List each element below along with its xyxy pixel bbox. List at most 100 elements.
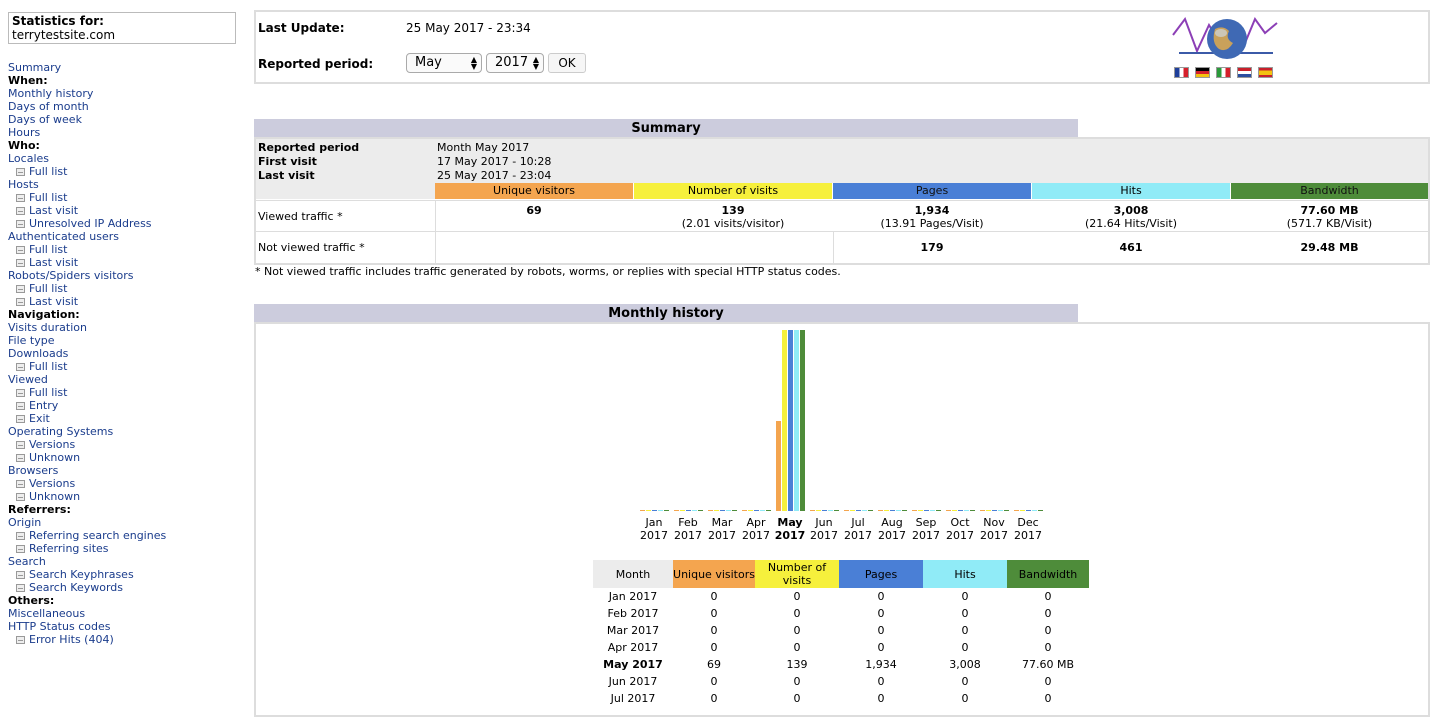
menu-sublink-label: Unresolved IP Address xyxy=(29,217,152,230)
summary-table: Reported period Month May 2017 First visi… xyxy=(254,137,1430,265)
menu-link[interactable]: File type xyxy=(8,334,248,347)
menu-sublink-label: Error Hits (404) xyxy=(29,633,114,646)
viewed-bandwidth-sub: (571.7 KB/Visit) xyxy=(1286,217,1373,230)
reported-period-label: Reported period: xyxy=(258,57,374,71)
viewed-pages: 1,934 xyxy=(914,204,950,217)
menu-sublink-label: Referring search engines xyxy=(29,529,167,542)
page-icon xyxy=(16,492,25,501)
menu-sublink[interactable]: Full list xyxy=(8,165,248,178)
menu-section-header: Who: xyxy=(8,139,40,152)
menu-link[interactable]: Miscellaneous xyxy=(8,607,248,620)
menu-sublink[interactable]: Exit xyxy=(8,412,248,425)
menu-sublink[interactable]: Search Keyphrases xyxy=(8,568,248,581)
cell-visits: 0 xyxy=(793,590,801,603)
menu-link[interactable]: Downloads xyxy=(8,347,248,360)
page-icon xyxy=(16,284,25,293)
summary-footnote: * Not viewed traffic includes traffic ge… xyxy=(255,265,841,278)
menu-sublink[interactable]: Unresolved IP Address xyxy=(8,217,248,230)
menu-sublink[interactable]: Versions xyxy=(8,477,248,490)
month-select[interactable]: May ▲ ▼ xyxy=(406,53,482,73)
cell-month: Jun 2017 xyxy=(608,675,658,688)
bar-hits-apr xyxy=(760,510,765,511)
cell-bandwidth: 0 xyxy=(1044,624,1052,637)
flag-it-icon[interactable] xyxy=(1216,67,1231,78)
bar-bandwidth-oct xyxy=(970,510,975,511)
bar-unique-visitors-jan xyxy=(640,510,645,511)
menu-link[interactable]: Origin xyxy=(8,516,248,529)
cell-hits: 0 xyxy=(961,607,969,620)
menu-sublink-label: Last visit xyxy=(29,256,79,269)
menu-sublink[interactable]: Last visit xyxy=(8,204,248,217)
col-bandwidth: Bandwidth xyxy=(1231,183,1428,199)
bar-hits-sep xyxy=(930,510,935,511)
menu-link[interactable]: Viewed xyxy=(8,373,248,386)
menu-sublink[interactable]: Versions xyxy=(8,438,248,451)
menu-link[interactable]: Days of week xyxy=(8,113,248,126)
bar-bandwidth-jan xyxy=(664,510,669,511)
bar-bandwidth-may xyxy=(800,330,805,511)
page-icon xyxy=(16,440,25,449)
menu-link[interactable]: Operating Systems xyxy=(8,425,248,438)
page-icon xyxy=(16,388,25,397)
cell-visits: 0 xyxy=(793,692,801,705)
menu-link[interactable]: Locales xyxy=(8,152,248,165)
menu-link[interactable]: HTTP Status codes xyxy=(8,620,248,633)
month-label: Apr 2017 xyxy=(739,516,773,542)
flag-fr-icon[interactable] xyxy=(1174,67,1189,78)
menu-sublink[interactable]: Last visit xyxy=(8,295,248,308)
menu-link[interactable]: Monthly history xyxy=(8,87,248,100)
bar-hits-jun xyxy=(828,510,833,511)
menu-sublink[interactable]: Entry xyxy=(8,399,248,412)
menu-sublink[interactable]: Last visit xyxy=(8,256,248,269)
menu-sublink[interactable]: Unknown xyxy=(8,451,248,464)
menu-sublink[interactable]: Referring search engines xyxy=(8,529,248,542)
cell-bandwidth: 0 xyxy=(1044,675,1052,688)
menu-link[interactable]: Days of month xyxy=(8,100,248,113)
menu-link[interactable]: Browsers xyxy=(8,464,248,477)
page-icon xyxy=(16,206,25,215)
cell-visitors: 0 xyxy=(710,607,718,620)
month-label: Jul 2017 xyxy=(841,516,875,542)
not-viewed-bandwidth: 29.48 MB xyxy=(1300,241,1359,254)
bar-unique-visitors-apr xyxy=(742,510,747,511)
ok-button[interactable]: OK xyxy=(548,53,586,73)
month-label: Nov 2017 xyxy=(977,516,1011,542)
menu-link[interactable]: Robots/Spiders visitors xyxy=(8,269,248,282)
first-visit-label: First visit xyxy=(258,155,317,168)
menu-sublink[interactable]: Full list xyxy=(8,360,248,373)
menu-link[interactable]: Hours xyxy=(8,126,248,139)
menu-sublink[interactable]: Full list xyxy=(8,243,248,256)
page-icon xyxy=(16,544,25,553)
bar-hits-may xyxy=(794,330,799,511)
menu-link[interactable]: Summary xyxy=(8,61,248,74)
cell-hits: 0 xyxy=(961,641,969,654)
bar-pages-nov xyxy=(992,510,997,511)
year-select[interactable]: 2017 ▲ ▼ xyxy=(486,53,544,73)
bar-hits-nov xyxy=(998,510,1003,511)
last-update-value: 25 May 2017 - 23:34 xyxy=(406,21,531,35)
flag-es-icon[interactable] xyxy=(1258,67,1273,78)
month-label-year: 2017 xyxy=(844,529,872,542)
menu-link[interactable]: Search xyxy=(8,555,248,568)
menu-sublink[interactable]: Referring sites xyxy=(8,542,248,555)
bar-unique-visitors-aug xyxy=(878,510,883,511)
menu-sublink[interactable]: Search Keywords xyxy=(8,581,248,594)
menu-link[interactable]: Hosts xyxy=(8,178,248,191)
menu-sublink[interactable]: Error Hits (404) xyxy=(8,633,248,646)
menu-link[interactable]: Authenticated users xyxy=(8,230,248,243)
table-row: Mar 2017 0 0 0 0 0 xyxy=(593,622,1089,639)
menu-sublink[interactable]: Unknown xyxy=(8,490,248,503)
bar-bandwidth-mar xyxy=(732,510,737,511)
menu-link[interactable]: Visits duration xyxy=(8,321,248,334)
flag-de-icon[interactable] xyxy=(1195,67,1210,78)
cell-visitors: 0 xyxy=(710,692,718,705)
bar-pages-feb xyxy=(686,510,691,511)
bar-unique-visitors-feb xyxy=(674,510,679,511)
last-update-label: Last Update: xyxy=(258,21,345,35)
menu-sublink[interactable]: Full list xyxy=(8,191,248,204)
menu-sublink[interactable]: Full list xyxy=(8,386,248,399)
month-label: Sep 2017 xyxy=(909,516,943,542)
flag-nl-icon[interactable] xyxy=(1237,67,1252,78)
menu-sublink[interactable]: Full list xyxy=(8,282,248,295)
reported-period-value: Month May 2017 xyxy=(437,141,530,154)
